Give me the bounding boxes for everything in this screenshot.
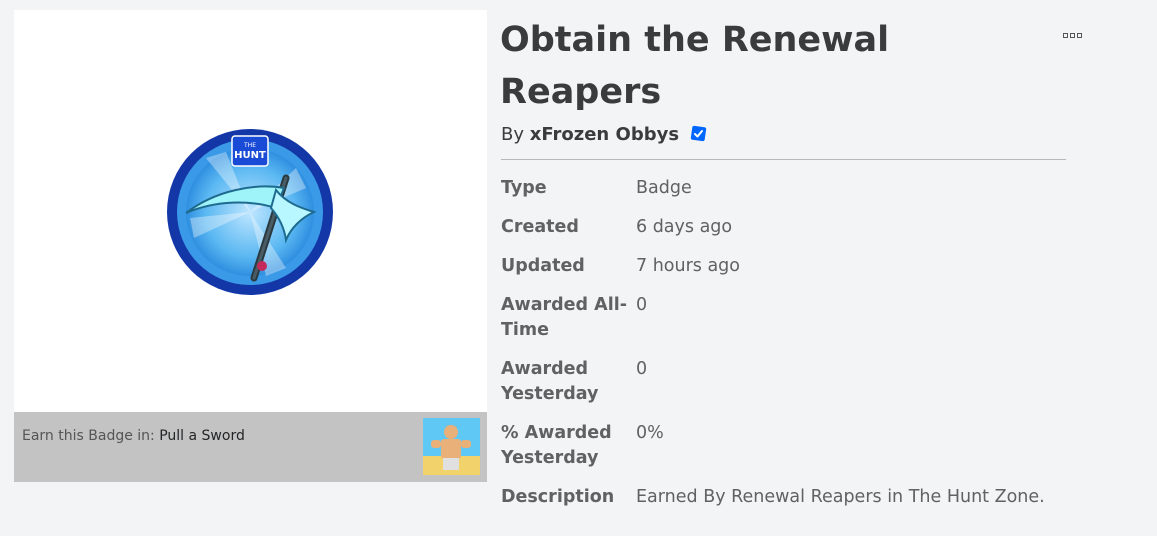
- more-options-icon: [1070, 33, 1075, 38]
- detail-row-type: Type Badge: [501, 176, 1101, 201]
- detail-row-percent-awarded: % Awarded Yesterday 0%: [501, 421, 1101, 471]
- badge-media-panel: THE HUNT Earn this Badge in: Pull a Swor…: [14, 10, 487, 482]
- badge-image-area: THE HUNT: [14, 10, 487, 412]
- divider: [501, 159, 1066, 160]
- details-table: Type Badge Created 6 days ago Updated 7 …: [501, 176, 1101, 524]
- detail-value: Earned By Renewal Reapers in The Hunt Zo…: [636, 487, 1045, 507]
- detail-row-awarded-yesterday: Awarded Yesterday 0: [501, 357, 1101, 407]
- detail-label: Type: [501, 178, 547, 198]
- detail-label: Awarded All-Time: [501, 295, 627, 340]
- creator-prefix: By: [501, 124, 525, 145]
- svg-text:THE: THE: [243, 142, 256, 149]
- verified-icon: [690, 125, 706, 142]
- more-options-icon: [1077, 33, 1082, 38]
- more-options-icon: [1063, 33, 1068, 38]
- svg-text:HUNT: HUNT: [234, 150, 266, 161]
- detail-value: 6 days ago: [636, 217, 733, 237]
- creator-line: By xFrozen Obbys: [501, 123, 707, 147]
- more-options-button[interactable]: [1063, 33, 1087, 47]
- page-title: Obtain the Renewal Reapers: [500, 20, 890, 112]
- detail-row-awarded-all-time: Awarded All-Time 0: [501, 293, 1101, 343]
- detail-label: Description: [501, 487, 615, 507]
- detail-value: Badge: [636, 178, 692, 198]
- detail-label: Created: [501, 217, 579, 237]
- detail-row-created: Created 6 days ago: [501, 215, 1101, 240]
- detail-value: 0%: [636, 423, 664, 443]
- detail-value: 0: [636, 295, 648, 315]
- game-thumbnail[interactable]: [423, 418, 480, 475]
- detail-label: % Awarded Yesterday: [501, 423, 612, 468]
- detail-value: 7 hours ago: [636, 256, 741, 276]
- detail-label: Awarded Yesterday: [501, 359, 599, 404]
- detail-row-updated: Updated 7 hours ago: [501, 254, 1101, 279]
- badge-icon: THE HUNT: [167, 129, 333, 295]
- detail-row-description: Description Earned By Renewal Reapers in…: [501, 485, 1101, 510]
- creator-link[interactable]: xFrozen Obbys: [530, 124, 679, 145]
- detail-label: Updated: [501, 256, 585, 276]
- earn-badge-bar: Earn this Badge in: Pull a Sword: [14, 412, 487, 482]
- earn-badge-text: Earn this Badge in: Pull a Sword: [22, 428, 245, 444]
- earn-badge-label: Earn this Badge in:: [22, 428, 155, 444]
- earn-game-link[interactable]: Pull a Sword: [159, 428, 245, 444]
- detail-value: 0: [636, 359, 648, 379]
